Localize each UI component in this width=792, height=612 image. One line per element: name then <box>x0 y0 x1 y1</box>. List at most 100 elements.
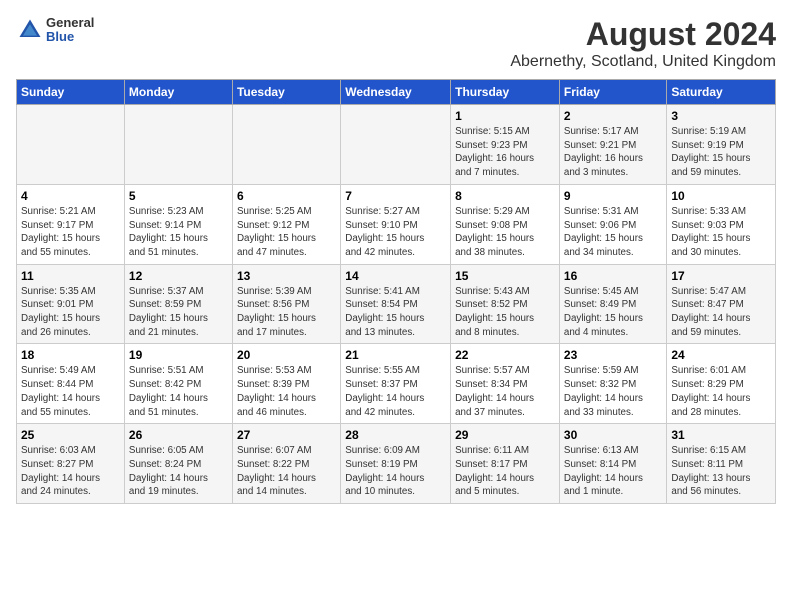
week-row-1: 1 Sunrise: 5:15 AM Sunset: 9:23 PM Daylig… <box>17 105 776 185</box>
day-detail: Sunrise: 5:33 AM Sunset: 9:03 PM Dayligh… <box>671 205 771 260</box>
column-header-monday: Monday <box>124 80 232 105</box>
day-detail: Sunrise: 5:55 AM Sunset: 8:37 PM Dayligh… <box>345 364 446 419</box>
day-number: 9 <box>564 189 662 203</box>
day-cell: 22Sunrise: 5:57 AM Sunset: 8:34 PM Dayli… <box>451 344 560 424</box>
calendar-table: SundayMondayTuesdayWednesdayThursdayFrid… <box>16 79 776 504</box>
day-number: 13 <box>237 269 336 283</box>
day-cell: 11 Sunrise: 5:35 AM Sunset: 9:01 PM Dayli… <box>17 264 125 344</box>
day-cell: 31 Sunrise: 6:15 AM Sunset: 8:11 PM Dayli… <box>667 424 776 504</box>
column-header-wednesday: Wednesday <box>341 80 451 105</box>
day-cell: 3 Sunrise: 5:19 AM Sunset: 9:19 PM Daylig… <box>667 105 776 185</box>
day-cell: 28 Sunrise: 6:09 AM Sunset: 8:19 PM Dayli… <box>341 424 451 504</box>
day-detail: Sunrise: 6:11 AM Sunset: 8:17 PM Dayligh… <box>455 444 555 499</box>
day-detail: Sunrise: 6:05 AM Sunset: 8:24 PM Dayligh… <box>129 444 228 499</box>
day-number: 5 <box>129 189 228 203</box>
day-cell: 24 Sunrise: 6:01 AM Sunset: 8:29 PM Dayli… <box>667 344 776 424</box>
day-detail: Sunrise: 5:39 AM Sunset: 8:56 PM Dayligh… <box>237 285 336 340</box>
day-detail: Sunrise: 5:35 AM Sunset: 9:01 PM Dayligh… <box>21 285 120 340</box>
day-cell: 18Sunrise: 5:49 AM Sunset: 8:44 PM Dayli… <box>17 344 125 424</box>
day-cell: 12 Sunrise: 5:37 AM Sunset: 8:59 PM Dayli… <box>124 264 232 344</box>
day-detail: Sunrise: 5:17 AM Sunset: 9:21 PM Dayligh… <box>564 125 662 180</box>
day-detail: Sunrise: 5:23 AM Sunset: 9:14 PM Dayligh… <box>129 205 228 260</box>
day-cell: 19Sunrise: 5:51 AM Sunset: 8:42 PM Dayli… <box>124 344 232 424</box>
day-detail: Sunrise: 5:41 AM Sunset: 8:54 PM Dayligh… <box>345 285 446 340</box>
day-cell: 8Sunrise: 5:29 AM Sunset: 9:08 PM Daylig… <box>451 184 560 264</box>
column-header-tuesday: Tuesday <box>232 80 340 105</box>
day-cell <box>124 105 232 185</box>
day-detail: Sunrise: 5:21 AM Sunset: 9:17 PM Dayligh… <box>21 205 120 260</box>
day-detail: Sunrise: 5:37 AM Sunset: 8:59 PM Dayligh… <box>129 285 228 340</box>
day-detail: Sunrise: 5:45 AM Sunset: 8:49 PM Dayligh… <box>564 285 662 340</box>
subtitle: Abernethy, Scotland, United Kingdom <box>510 53 776 71</box>
day-detail: Sunrise: 5:25 AM Sunset: 9:12 PM Dayligh… <box>237 205 336 260</box>
day-number: 1 <box>455 109 555 123</box>
day-cell: 4Sunrise: 5:21 AM Sunset: 9:17 PM Daylig… <box>17 184 125 264</box>
week-row-2: 4Sunrise: 5:21 AM Sunset: 9:17 PM Daylig… <box>17 184 776 264</box>
day-cell: 26 Sunrise: 6:05 AM Sunset: 8:24 PM Dayli… <box>124 424 232 504</box>
day-number: 27 <box>237 428 336 442</box>
day-cell: 21Sunrise: 5:55 AM Sunset: 8:37 PM Dayli… <box>341 344 451 424</box>
day-detail: Sunrise: 6:03 AM Sunset: 8:27 PM Dayligh… <box>21 444 120 499</box>
day-number: 2 <box>564 109 662 123</box>
day-cell: 27 Sunrise: 6:07 AM Sunset: 8:22 PM Dayli… <box>232 424 340 504</box>
day-number: 16 <box>564 269 662 283</box>
day-cell <box>341 105 451 185</box>
day-cell: 15 Sunrise: 5:43 AM Sunset: 8:52 PM Dayli… <box>451 264 560 344</box>
day-cell <box>17 105 125 185</box>
column-header-friday: Friday <box>559 80 666 105</box>
day-number: 19 <box>129 348 228 362</box>
day-number: 3 <box>671 109 771 123</box>
day-number: 7 <box>345 189 446 203</box>
day-cell: 1 Sunrise: 5:15 AM Sunset: 9:23 PM Daylig… <box>451 105 560 185</box>
day-number: 31 <box>671 428 771 442</box>
day-number: 20 <box>237 348 336 362</box>
day-number: 15 <box>455 269 555 283</box>
day-detail: Sunrise: 6:07 AM Sunset: 8:22 PM Dayligh… <box>237 444 336 499</box>
day-number: 17 <box>671 269 771 283</box>
day-detail: Sunrise: 5:43 AM Sunset: 8:52 PM Dayligh… <box>455 285 555 340</box>
day-number: 18 <box>21 348 120 362</box>
day-detail: Sunrise: 6:09 AM Sunset: 8:19 PM Dayligh… <box>345 444 446 499</box>
day-detail: Sunrise: 5:31 AM Sunset: 9:06 PM Dayligh… <box>564 205 662 260</box>
logo-icon <box>16 16 44 44</box>
day-cell <box>232 105 340 185</box>
column-header-sunday: Sunday <box>17 80 125 105</box>
day-number: 25 <box>21 428 120 442</box>
day-number: 12 <box>129 269 228 283</box>
day-detail: Sunrise: 5:57 AM Sunset: 8:34 PM Dayligh… <box>455 364 555 419</box>
day-cell: 14Sunrise: 5:41 AM Sunset: 8:54 PM Dayli… <box>341 264 451 344</box>
header: General Blue August 2024 Abernethy, Scot… <box>16 16 776 71</box>
day-cell: 2 Sunrise: 5:17 AM Sunset: 9:21 PM Daylig… <box>559 105 666 185</box>
day-cell: 10Sunrise: 5:33 AM Sunset: 9:03 PM Dayli… <box>667 184 776 264</box>
day-number: 24 <box>671 348 771 362</box>
logo-general: General <box>46 16 94 30</box>
column-headers: SundayMondayTuesdayWednesdayThursdayFrid… <box>17 80 776 105</box>
day-detail: Sunrise: 5:27 AM Sunset: 9:10 PM Dayligh… <box>345 205 446 260</box>
day-cell: 13 Sunrise: 5:39 AM Sunset: 8:56 PM Dayli… <box>232 264 340 344</box>
day-cell: 9 Sunrise: 5:31 AM Sunset: 9:06 PM Daylig… <box>559 184 666 264</box>
main-title: August 2024 <box>510 16 776 53</box>
day-cell: 23Sunrise: 5:59 AM Sunset: 8:32 PM Dayli… <box>559 344 666 424</box>
day-cell: 25 Sunrise: 6:03 AM Sunset: 8:27 PM Dayli… <box>17 424 125 504</box>
day-number: 6 <box>237 189 336 203</box>
day-detail: Sunrise: 5:15 AM Sunset: 9:23 PM Dayligh… <box>455 125 555 180</box>
week-row-4: 18Sunrise: 5:49 AM Sunset: 8:44 PM Dayli… <box>17 344 776 424</box>
column-header-saturday: Saturday <box>667 80 776 105</box>
day-cell: 7 Sunrise: 5:27 AM Sunset: 9:10 PM Daylig… <box>341 184 451 264</box>
day-cell: 29 Sunrise: 6:11 AM Sunset: 8:17 PM Dayli… <box>451 424 560 504</box>
day-number: 26 <box>129 428 228 442</box>
title-block: August 2024 Abernethy, Scotland, United … <box>510 16 776 71</box>
day-cell: 5 Sunrise: 5:23 AM Sunset: 9:14 PM Daylig… <box>124 184 232 264</box>
day-number: 11 <box>21 269 120 283</box>
day-detail: Sunrise: 6:13 AM Sunset: 8:14 PM Dayligh… <box>564 444 662 499</box>
day-detail: Sunrise: 6:15 AM Sunset: 8:11 PM Dayligh… <box>671 444 771 499</box>
week-row-5: 25 Sunrise: 6:03 AM Sunset: 8:27 PM Dayli… <box>17 424 776 504</box>
day-number: 29 <box>455 428 555 442</box>
day-cell: 16 Sunrise: 5:45 AM Sunset: 8:49 PM Dayli… <box>559 264 666 344</box>
day-detail: Sunrise: 5:59 AM Sunset: 8:32 PM Dayligh… <box>564 364 662 419</box>
day-number: 28 <box>345 428 446 442</box>
day-detail: Sunrise: 5:19 AM Sunset: 9:19 PM Dayligh… <box>671 125 771 180</box>
day-detail: Sunrise: 6:01 AM Sunset: 8:29 PM Dayligh… <box>671 364 771 419</box>
logo: General Blue <box>16 16 94 45</box>
day-cell: 17Sunrise: 5:47 AM Sunset: 8:47 PM Dayli… <box>667 264 776 344</box>
